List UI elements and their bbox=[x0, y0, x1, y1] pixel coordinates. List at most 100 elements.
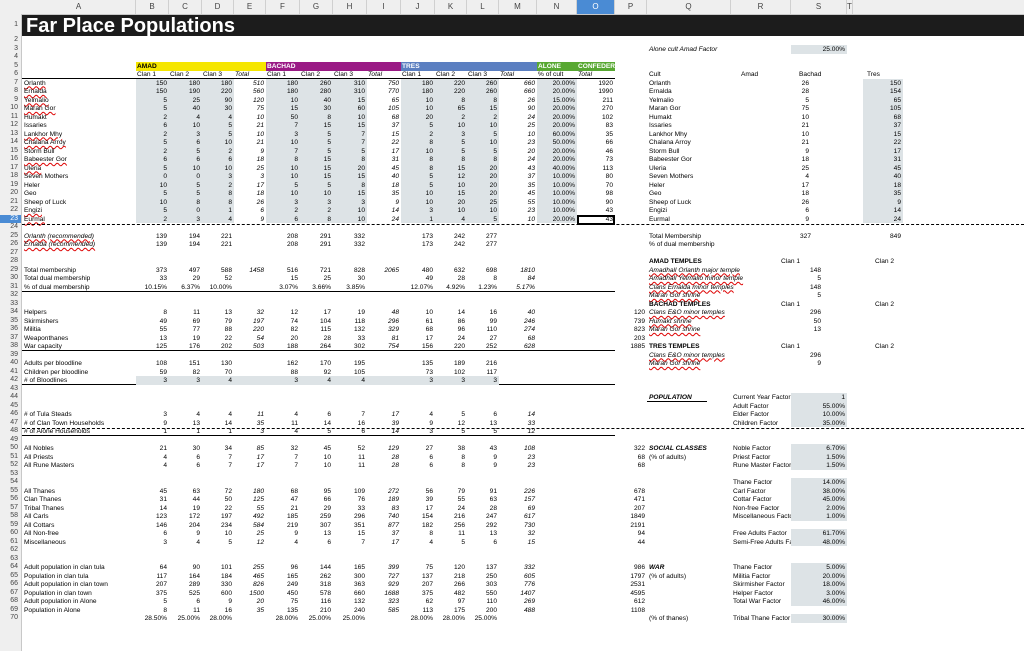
column-header-i[interactable]: I bbox=[367, 0, 401, 14]
row-value[interactable]: 6 bbox=[170, 461, 200, 470]
row-value[interactable]: 6 bbox=[468, 538, 497, 547]
row-header-46[interactable]: 46 bbox=[0, 410, 21, 419]
row-header-67[interactable]: 67 bbox=[0, 589, 21, 598]
row70-value[interactable]: 25.00% bbox=[468, 614, 497, 623]
row-header-60[interactable]: 60 bbox=[0, 529, 21, 538]
row-header-40[interactable]: 40 bbox=[0, 359, 21, 368]
row-header-28[interactable]: 28 bbox=[0, 257, 21, 266]
row-header-11[interactable]: 11 bbox=[0, 113, 21, 122]
row70-value[interactable]: 25.00% bbox=[170, 614, 200, 623]
factor-value[interactable]: 35.00% bbox=[792, 419, 845, 428]
row-header-32[interactable]: 32 bbox=[0, 291, 21, 300]
row-header-64[interactable]: 64 bbox=[0, 563, 21, 572]
row-header-21[interactable]: 21 bbox=[0, 198, 21, 207]
row-value[interactable]: 1885 bbox=[616, 342, 645, 351]
row-header-1[interactable]: 1 bbox=[0, 14, 21, 36]
row-header-48[interactable]: 48 bbox=[0, 427, 21, 436]
row-header-15[interactable]: 15 bbox=[0, 147, 21, 156]
row-value[interactable]: 5 bbox=[436, 538, 465, 547]
row-header-38[interactable]: 38 bbox=[0, 342, 21, 351]
row-value[interactable]: 2065 bbox=[368, 266, 399, 275]
row-value[interactable]: 221 bbox=[203, 240, 232, 249]
row70-value[interactable]: 28.00% bbox=[203, 614, 232, 623]
row-value[interactable]: 10 bbox=[301, 461, 331, 470]
bachad-value[interactable]: 8 bbox=[301, 215, 331, 224]
row70-value[interactable]: 25.00% bbox=[334, 614, 365, 623]
row-value[interactable]: 11 bbox=[334, 461, 365, 470]
row-value[interactable]: 3 bbox=[137, 376, 167, 385]
bachad-value[interactable]: 24 bbox=[368, 215, 399, 224]
row70-value[interactable]: 28.00% bbox=[436, 614, 465, 623]
column-header-k[interactable]: K bbox=[435, 0, 467, 14]
alone-cult-value[interactable]: 25.00% bbox=[792, 45, 845, 54]
column-header-t[interactable]: T bbox=[847, 0, 853, 14]
row-header-29[interactable]: 29 bbox=[0, 266, 21, 275]
row-value[interactable]: 208 bbox=[267, 240, 298, 249]
row-value[interactable]: 6 bbox=[402, 461, 433, 470]
row70-value[interactable]: 25.00% bbox=[301, 614, 331, 623]
column-header-h[interactable]: H bbox=[333, 0, 367, 14]
row-header-66[interactable]: 66 bbox=[0, 580, 21, 589]
row-value[interactable]: 4 bbox=[267, 538, 298, 547]
row-header-5[interactable]: 5 bbox=[0, 62, 21, 71]
row-header-26[interactable]: 26 bbox=[0, 240, 21, 249]
tres-value[interactable]: 5 bbox=[468, 215, 497, 224]
column-header-n[interactable]: N bbox=[537, 0, 577, 14]
row-header-20[interactable]: 20 bbox=[0, 189, 21, 198]
row-value[interactable]: 15 bbox=[500, 538, 535, 547]
column-header-o[interactable]: O bbox=[577, 0, 615, 14]
row-value[interactable]: 7 bbox=[334, 538, 365, 547]
row-value[interactable]: 4 bbox=[334, 376, 365, 385]
row-header-45[interactable]: 45 bbox=[0, 402, 21, 411]
row-header-56[interactable]: 56 bbox=[0, 495, 21, 504]
row-header-6[interactable]: 6 bbox=[0, 70, 21, 79]
row-header-58[interactable]: 58 bbox=[0, 512, 21, 521]
row-value[interactable]: 12 bbox=[235, 538, 264, 547]
tres-value[interactable]: 10 bbox=[500, 215, 535, 224]
temple-value[interactable]: 13 bbox=[781, 325, 821, 334]
row-label[interactable]: Population in Alone bbox=[24, 606, 136, 615]
row-header-57[interactable]: 57 bbox=[0, 504, 21, 513]
row-header-53[interactable]: 53 bbox=[0, 470, 21, 479]
tres-value[interactable]: 4 bbox=[436, 215, 465, 224]
row-value[interactable]: 5 bbox=[203, 538, 232, 547]
row-header-10[interactable]: 10 bbox=[0, 104, 21, 113]
row-header-8[interactable]: 8 bbox=[0, 87, 21, 96]
row-header-42[interactable]: 42 bbox=[0, 376, 21, 385]
row-value[interactable]: 44 bbox=[616, 538, 645, 547]
row-value[interactable]: 4 bbox=[301, 376, 331, 385]
row-value[interactable]: 3 bbox=[170, 376, 200, 385]
temple-item[interactable]: Maran Gor shrine bbox=[649, 325, 769, 334]
column-header-g[interactable]: G bbox=[300, 0, 333, 14]
cult-name[interactable]: Eurmal bbox=[24, 215, 134, 224]
row-header-14[interactable]: 14 bbox=[0, 138, 21, 147]
row-header-3[interactable]: 3 bbox=[0, 45, 21, 54]
row-header-55[interactable]: 55 bbox=[0, 487, 21, 496]
column-header-b[interactable]: B bbox=[136, 0, 169, 14]
row-header-33[interactable]: 33 bbox=[0, 300, 21, 309]
row-value[interactable]: 332 bbox=[334, 240, 365, 249]
row-header-39[interactable]: 39 bbox=[0, 351, 21, 360]
row-value[interactable]: 173 bbox=[402, 240, 433, 249]
row-value[interactable]: 1458 bbox=[235, 266, 264, 275]
row-header-59[interactable]: 59 bbox=[0, 521, 21, 530]
row-value[interactable]: 488 bbox=[500, 606, 535, 615]
column-header-s[interactable]: S bbox=[791, 0, 847, 14]
row-header-54[interactable]: 54 bbox=[0, 478, 21, 487]
row-header-65[interactable]: 65 bbox=[0, 572, 21, 581]
factor-value[interactable]: 1.50% bbox=[792, 461, 845, 470]
column-header-l[interactable]: L bbox=[467, 0, 499, 14]
row-header-36[interactable]: 36 bbox=[0, 325, 21, 334]
row-header-22[interactable]: 22 bbox=[0, 206, 21, 215]
row-header-35[interactable]: 35 bbox=[0, 317, 21, 326]
row-header-27[interactable]: 27 bbox=[0, 249, 21, 258]
bachad-value[interactable]: 10 bbox=[334, 215, 365, 224]
row-value[interactable]: 585 bbox=[368, 606, 399, 615]
row-value[interactable]: 3 bbox=[468, 376, 497, 385]
temple-item[interactable]: Maran Gor shrine bbox=[649, 359, 769, 368]
row-header-41[interactable]: 41 bbox=[0, 368, 21, 377]
row-value[interactable]: 1108 bbox=[616, 606, 645, 615]
row70-value[interactable]: 28.50% bbox=[137, 614, 167, 623]
row-header-50[interactable]: 50 bbox=[0, 444, 21, 453]
row-header-2[interactable]: 2 bbox=[0, 36, 21, 45]
